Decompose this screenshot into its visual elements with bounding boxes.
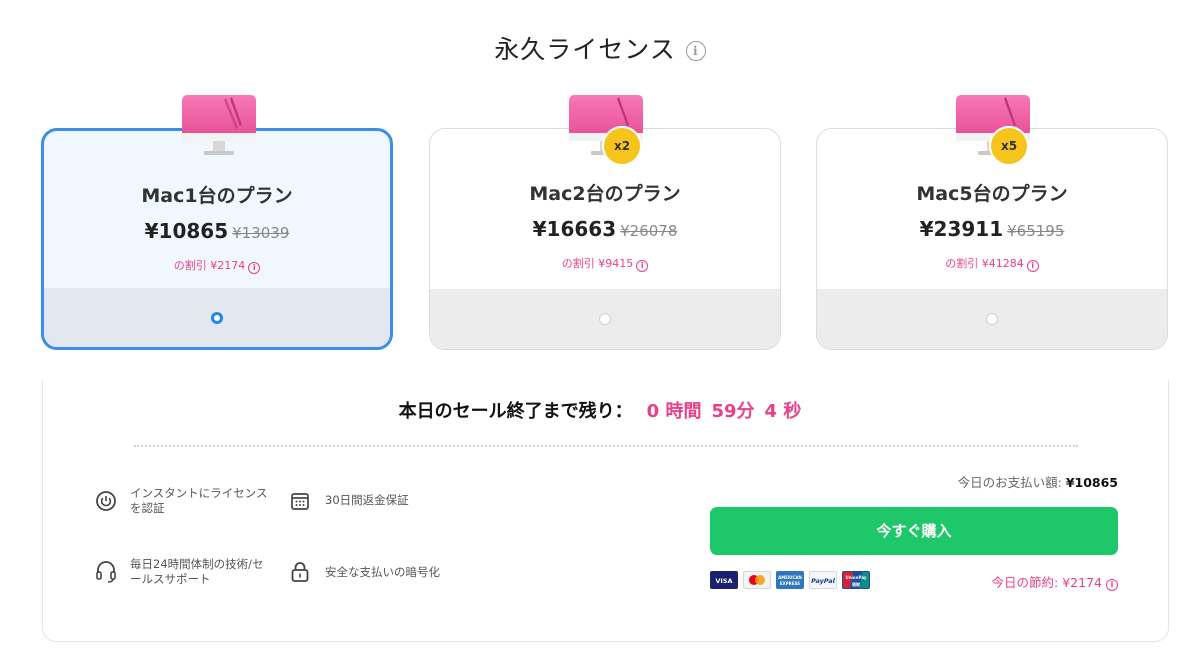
lock-icon — [291, 562, 309, 582]
info-icon[interactable]: i — [685, 41, 706, 61]
plan-name: Mac1台のプラン — [141, 185, 293, 207]
plan-price: ¥23911 ¥65195 — [817, 217, 1167, 241]
plan-name: Mac2台のプラン — [529, 183, 681, 205]
plan-price: ¥16663 ¥26078 — [430, 217, 780, 241]
plan-price-current: ¥10865 — [144, 219, 229, 243]
plan-card-3[interactable]: Mac5台のプラン ¥23911 ¥65195 の割引 ¥41284 i — [816, 128, 1168, 350]
amex-icon: AMERICAN EXPRESS — [776, 571, 804, 589]
savings-note: 今日の節約: ¥2174 i — [992, 572, 1118, 591]
mastercard-icon — [743, 571, 771, 589]
payment-total-value: ¥10865 — [1065, 475, 1118, 490]
plan-discount: の割引 ¥9415 i — [430, 255, 780, 272]
quantity-badge: x5 — [989, 126, 1029, 166]
plan-price-current: ¥23911 — [919, 217, 1004, 241]
feature-text: ールスサポート — [130, 572, 211, 586]
plan-radio[interactable] — [599, 313, 611, 325]
savings-text: 今日の節約: ¥2174 — [991, 575, 1102, 590]
feature-text: を認証 — [130, 501, 165, 515]
plan-card-1[interactable]: Mac1台のプラン ¥10865 ¥13039 の割引 ¥2174 i — [41, 128, 393, 350]
plan-price-old: ¥65195 — [1007, 222, 1065, 240]
countdown-minutes: 59分 — [711, 401, 755, 422]
plan-name: Mac5台のプラン — [916, 183, 1068, 205]
feature-instant-license: インスタントにライセンス を認証 — [130, 486, 268, 516]
power-icon — [96, 491, 116, 511]
plan-price-current: ¥16663 — [532, 217, 617, 241]
plan-footer — [44, 288, 390, 347]
feature-support: 毎日24時間体制の技術/セ ールスサポート — [130, 557, 264, 587]
monitor-icon — [182, 95, 256, 155]
countdown-label: 本日のセール終了まで残り： — [398, 401, 633, 422]
plan-discount: の割引 ¥2174 i — [44, 257, 390, 274]
feature-text: インスタントにライセンス — [130, 486, 268, 500]
headset-icon — [96, 561, 116, 583]
plan-radio[interactable] — [211, 312, 223, 324]
feature-text: 安全な支払いの暗号化 — [325, 565, 440, 579]
feature-money-back: 30日間返金保証 — [325, 493, 409, 508]
plan-footer — [817, 289, 1167, 349]
paypal-icon: PayPal — [809, 571, 837, 589]
info-icon[interactable]: i — [1026, 260, 1039, 272]
feature-text: 毎日24時間体制の技術/セ — [130, 557, 264, 571]
plan-price-old: ¥26078 — [620, 222, 678, 240]
plan-radio[interactable] — [986, 313, 998, 325]
plan-discount-text: の割引 ¥41284 — [945, 257, 1024, 270]
page-title-text: 永久ライセンス — [494, 35, 676, 64]
countdown-hours: 0 時間 — [646, 401, 702, 422]
info-icon[interactable]: i — [636, 260, 649, 272]
info-icon[interactable]: i — [1106, 579, 1118, 591]
plan-price: ¥10865 ¥13039 — [44, 219, 390, 243]
plan-price-old: ¥13039 — [232, 224, 290, 242]
plan-discount-text: の割引 ¥9415 — [561, 257, 634, 270]
countdown-seconds: 4 秒 — [764, 401, 802, 422]
unionpay-icon: UnionPay 银联 — [842, 571, 870, 589]
payment-total: 今日のお支払い額: ¥10865 — [958, 472, 1118, 491]
divider — [134, 445, 1078, 447]
page-title: 永久ライセンス i — [0, 30, 1200, 66]
plan-discount-text: の割引 ¥2174 — [173, 259, 246, 272]
plan-card-2[interactable]: Mac2台のプラン ¥16663 ¥26078 の割引 ¥9415 i — [429, 128, 781, 350]
buy-now-button[interactable]: 今すぐ購入 — [710, 507, 1118, 555]
quantity-badge: x2 — [602, 126, 642, 166]
feature-text: 30日間返金保証 — [325, 493, 409, 507]
info-icon[interactable]: i — [248, 262, 261, 274]
visa-icon: VISA — [710, 571, 738, 589]
calendar-icon — [291, 493, 309, 510]
plan-footer — [430, 289, 780, 349]
plan-discount: の割引 ¥41284 i — [817, 255, 1167, 272]
payment-total-label: 今日のお支払い額: — [957, 475, 1066, 490]
feature-secure-payment: 安全な支払いの暗号化 — [325, 565, 440, 580]
sale-countdown: 本日のセール終了まで残り： 0 時間 59分 4 秒 — [0, 397, 1200, 423]
